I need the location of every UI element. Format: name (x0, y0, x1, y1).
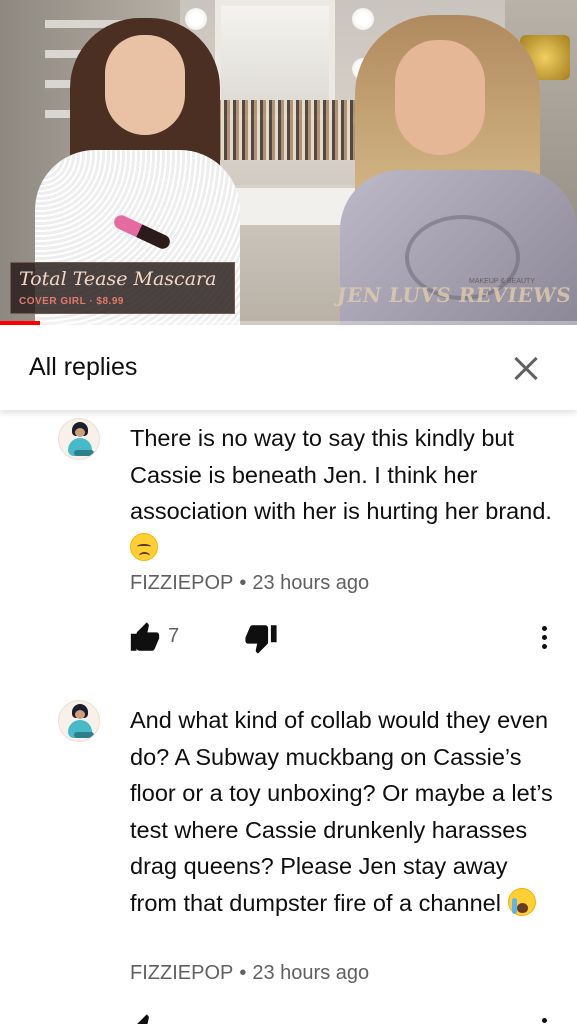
product-title: Total Tease Mascara (19, 268, 217, 290)
thumbs-down-icon[interactable] (244, 621, 278, 655)
avatar-face (75, 710, 85, 719)
comment-text-body: And what kind of collab would they even … (130, 707, 553, 916)
more-dot (542, 635, 547, 640)
video-player[interactable]: Total Tease Mascara COVER GIRL · $8.99 M… (0, 0, 577, 325)
thumbs-up-icon[interactable] (128, 1013, 162, 1024)
avatar[interactable] (58, 700, 100, 742)
product-lower-third: Total Tease Mascara COVER GIRL · $8.99 (10, 262, 235, 314)
comment-author[interactable]: FIZZIEPOP (130, 962, 233, 984)
avatar[interactable] (58, 418, 100, 460)
replies-header: All replies (0, 325, 577, 410)
makeup-brushes (215, 100, 365, 160)
comment-meta: FIZZIEPOP • 23 hours ago (130, 572, 369, 595)
more-dot (542, 1018, 547, 1023)
more-vert-icon[interactable] (532, 621, 556, 655)
meta-separator: • (239, 962, 247, 984)
comment-text-body: There is no way to say this kindly but C… (130, 425, 552, 524)
comment-text: There is no way to say this kindly but C… (130, 420, 555, 566)
like-count: 7 (168, 625, 180, 647)
close-icon[interactable] (506, 349, 546, 389)
thumbs-up-icon[interactable] (128, 621, 162, 655)
comment-meta: FIZZIEPOP • 23 hours ago (130, 962, 369, 985)
person-left-face (105, 35, 185, 135)
channel-watermark: JEN LUVS REVIEWS (335, 283, 573, 307)
comment-actions (0, 1013, 577, 1024)
comment-time: 23 hours ago (252, 962, 370, 984)
comment-time: 23 hours ago (252, 572, 370, 594)
replies-title: All replies (29, 353, 138, 381)
vanity-bulb (352, 8, 374, 30)
meta-separator: • (239, 572, 247, 594)
avatar-leg (74, 732, 94, 738)
vanity-bulb (185, 8, 207, 30)
more-vert-icon[interactable] (532, 1013, 556, 1024)
comment-text: And what kind of collab would they even … (130, 702, 555, 921)
person-right-face (395, 40, 485, 155)
product-subtitle: COVER GIRL · $8.99 (19, 296, 124, 307)
disappointed-face-emoji (130, 532, 158, 561)
avatar-face (75, 428, 85, 437)
loudly-crying-face-emoji (507, 887, 536, 916)
more-dot (542, 644, 547, 649)
avatar-leg (74, 450, 94, 456)
comment-actions: 7 (0, 621, 577, 661)
comment-author[interactable]: FIZZIEPOP (130, 572, 233, 594)
more-dot (542, 626, 547, 631)
